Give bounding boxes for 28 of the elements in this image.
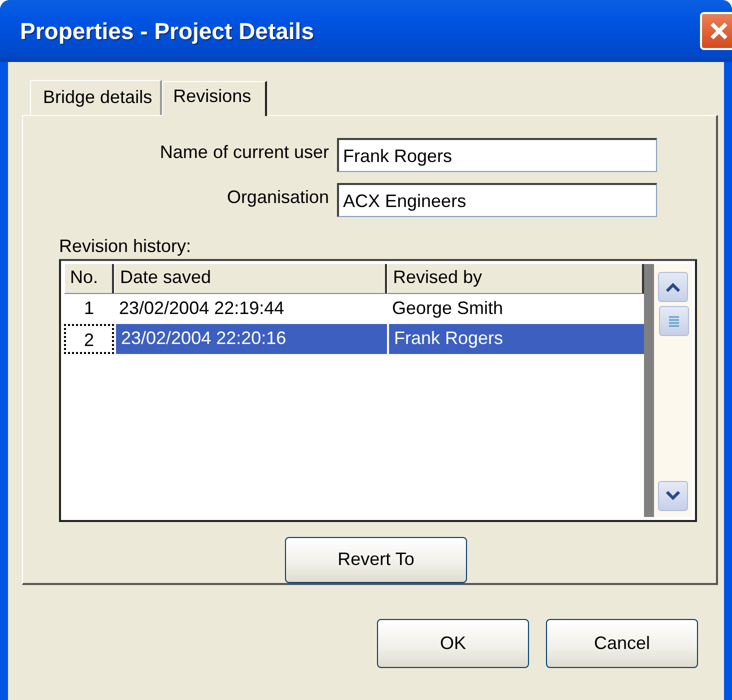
- table-cell[interactable]: Frank Rogers: [387, 324, 644, 354]
- input-field[interactable]: Frank Rogers: [337, 138, 657, 172]
- table-cell[interactable]: 2: [64, 324, 114, 354]
- scroll-up-button[interactable]: [658, 272, 688, 302]
- scroll-down-button[interactable]: [658, 480, 688, 511]
- revert-button[interactable]: Revert To: [285, 536, 467, 583]
- grip-icon: [668, 315, 680, 327]
- tab[interactable]: Bridge details: [30, 80, 162, 115]
- down-chevron-icon: [666, 491, 680, 500]
- column-header[interactable]: No.: [64, 264, 114, 294]
- section-label: Revision history:: [59, 236, 192, 257]
- cancel-button[interactable]: Cancel: [546, 619, 698, 668]
- up-chevron-icon: [666, 282, 680, 292]
- scrollbar[interactable]: [644, 264, 692, 517]
- tab[interactable]: Revisions: [162, 81, 268, 116]
- field-label: Organisation: [226, 186, 329, 208]
- field-label: Name of current user: [158, 141, 329, 163]
- input-field[interactable]: ACX Engineers: [337, 183, 657, 217]
- table-cell[interactable]: 23/02/2004 22:20:16: [114, 324, 387, 354]
- column-header[interactable]: Date saved: [114, 264, 387, 294]
- close-button[interactable]: [700, 12, 732, 50]
- scroll-thumb[interactable]: [659, 306, 689, 336]
- close-icon: [709, 21, 729, 41]
- table-cell[interactable]: George Smith: [387, 294, 644, 324]
- table-cell[interactable]: 23/02/2004 22:19:44: [114, 294, 387, 324]
- table-cell[interactable]: 1: [64, 294, 114, 324]
- window-title: Properties - Project Details: [20, 18, 314, 44]
- ok-button[interactable]: OK: [377, 619, 529, 668]
